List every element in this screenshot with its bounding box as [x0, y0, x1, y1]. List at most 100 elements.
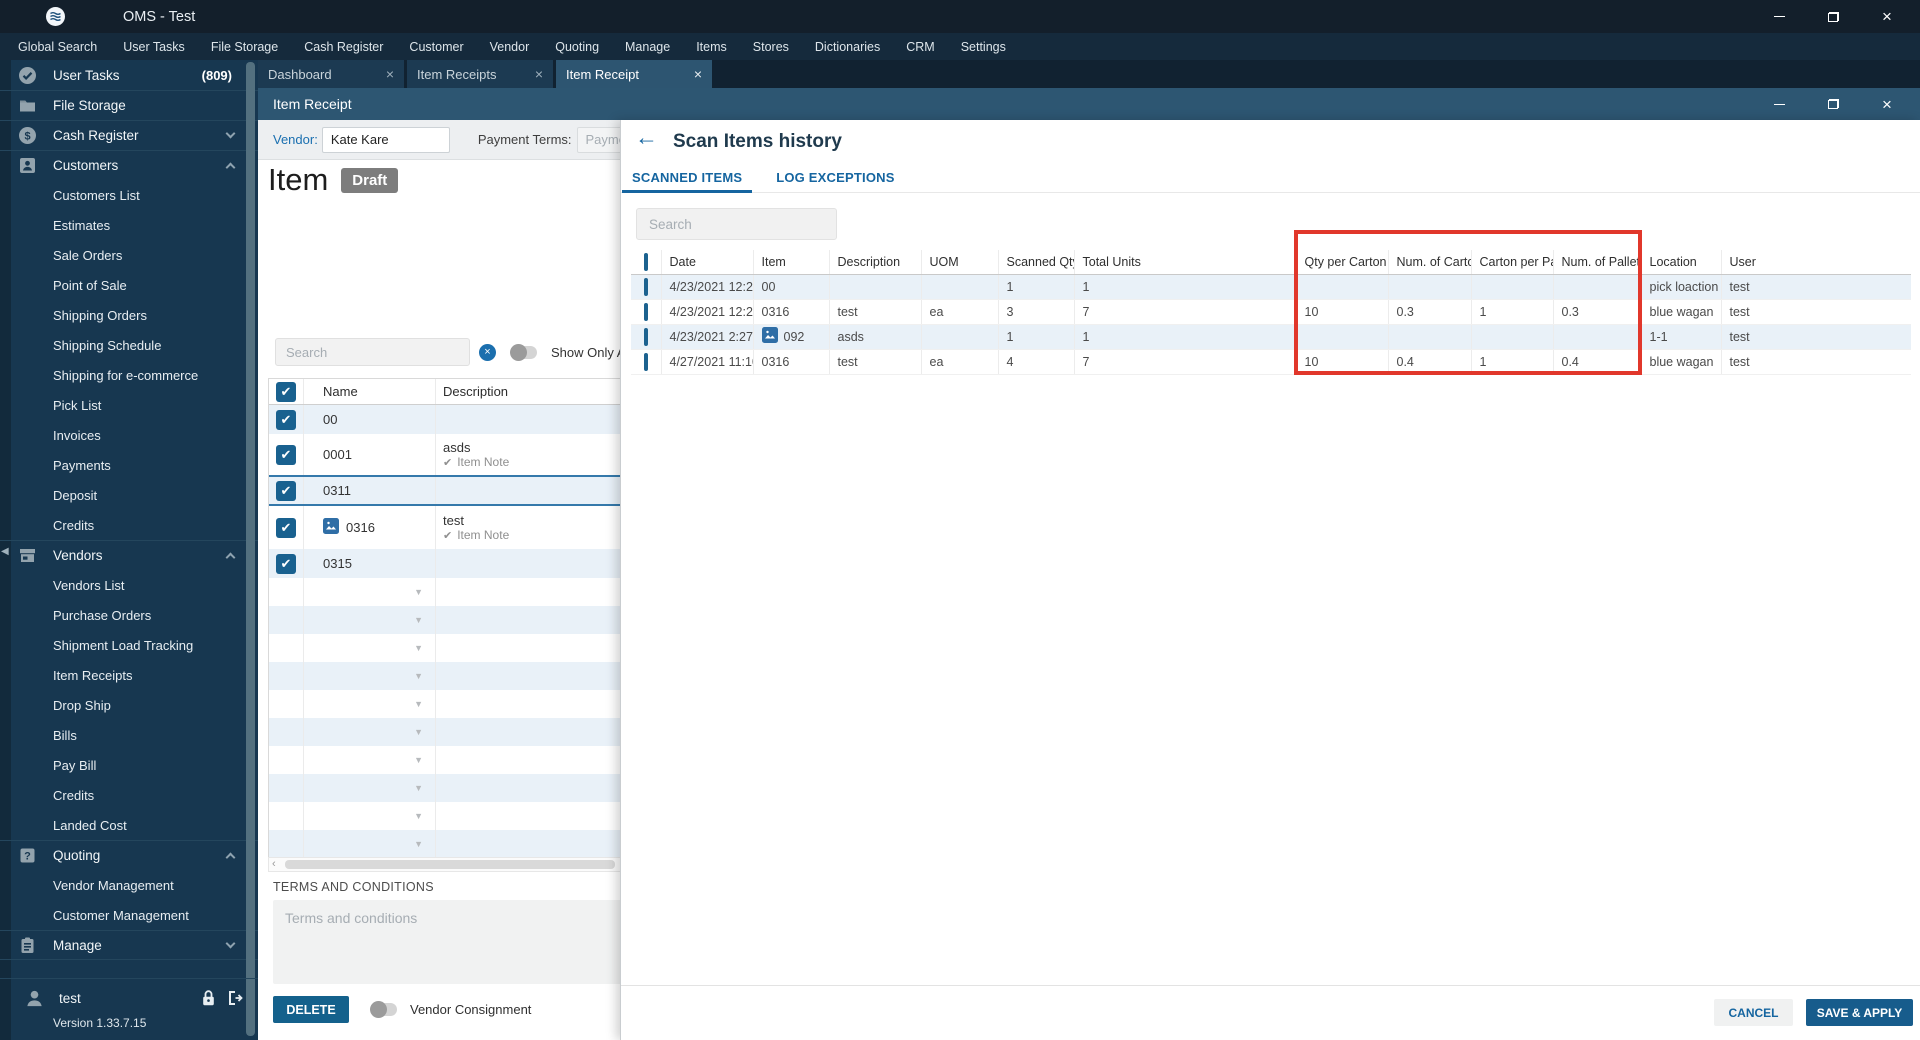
hscroll-thumb[interactable]: [285, 860, 615, 869]
table-row[interactable]: ✔ 0315: [269, 549, 639, 578]
sidebar-item-estimates[interactable]: Estimates: [0, 210, 258, 240]
sidebar-group-quoting[interactable]: ? Quoting: [0, 840, 258, 870]
column-header-num-of-pallets[interactable]: Num. of Pallets: [1553, 250, 1642, 275]
minimize-button[interactable]: [1752, 0, 1806, 33]
vendor-consignment-toggle[interactable]: [370, 1001, 397, 1018]
vendor-input[interactable]: [321, 126, 450, 153]
tab-item-receipts[interactable]: Item Receipts ×: [407, 60, 553, 88]
modal-search-input[interactable]: [636, 208, 837, 240]
tab-dashboard[interactable]: Dashboard ×: [258, 60, 404, 88]
close-icon[interactable]: ×: [688, 66, 702, 82]
sidebar-item-point-of-sale[interactable]: Point of Sale: [0, 270, 258, 300]
sidebar-group-user-tasks[interactable]: User Tasks (809): [0, 60, 258, 90]
scanned-item-row[interactable]: 4/27/2021 11:10:23 AM0316testea47100.410…: [631, 349, 1911, 375]
items-table-hscrollbar[interactable]: ‹: [268, 857, 640, 872]
dropdown-triangle-icon[interactable]: ▼: [414, 587, 423, 597]
restore-button[interactable]: [1806, 88, 1860, 120]
minimize-button[interactable]: [1752, 88, 1806, 120]
delete-button[interactable]: DELETE: [273, 996, 349, 1023]
terms-textarea[interactable]: [273, 900, 641, 984]
sidebar-item-shipping-for-e-commerce[interactable]: Shipping for e-commerce: [0, 360, 258, 390]
menu-item-customer[interactable]: Customer: [396, 33, 476, 60]
row-checkbox[interactable]: [643, 302, 648, 321]
sidebar-item-landed-cost[interactable]: Landed Cost: [0, 810, 258, 840]
sidebar-scrollbar[interactable]: [246, 62, 255, 1036]
sidebar-item-vendors-list[interactable]: Vendors List: [0, 570, 258, 600]
logout-icon[interactable]: [226, 989, 244, 1007]
row-checkbox[interactable]: ✔: [276, 444, 296, 465]
dropdown-triangle-icon[interactable]: ▼: [414, 643, 423, 653]
sidebar-group-cash-register[interactable]: $ Cash Register: [0, 120, 258, 150]
menu-item-crm[interactable]: CRM: [893, 33, 947, 60]
menu-item-settings[interactable]: Settings: [948, 33, 1019, 60]
sidebar-item-credits[interactable]: Credits: [0, 780, 258, 810]
sidebar-collapse-arrow-icon[interactable]: ◀: [1, 546, 9, 557]
dropdown-triangle-icon[interactable]: ▼: [414, 811, 423, 821]
column-header-scanned-qty[interactable]: Scanned Qty: [998, 250, 1075, 275]
items-search-input[interactable]: [275, 338, 470, 366]
sidebar-item-pick-list[interactable]: Pick List: [0, 390, 258, 420]
sidebar-item-shipping-schedule[interactable]: Shipping Schedule: [0, 330, 258, 360]
column-header-num-of-cartons[interactable]: Num. of Cartons: [1388, 250, 1472, 275]
chevron-up-icon[interactable]: [225, 162, 236, 173]
column-header-item[interactable]: Item: [753, 250, 830, 275]
column-header-carton-per-pallet[interactable]: Carton per Pallet: [1471, 250, 1554, 275]
dropdown-triangle-icon[interactable]: ▼: [414, 699, 423, 709]
sidebar-group-file-storage[interactable]: File Storage: [0, 90, 258, 120]
sidebar-item-sale-orders[interactable]: Sale Orders: [0, 240, 258, 270]
menu-item-vendor[interactable]: Vendor: [477, 33, 543, 60]
column-header-user[interactable]: User: [1721, 250, 1911, 275]
close-button[interactable]: ×: [1860, 88, 1914, 120]
tab-scanned-items[interactable]: SCANNED ITEMS: [622, 164, 753, 193]
sidebar-item-invoices[interactable]: Invoices: [0, 420, 258, 450]
chevron-up-icon[interactable]: [225, 852, 236, 863]
sidebar-item-vendor-management[interactable]: Vendor Management: [0, 870, 258, 900]
row-checkbox[interactable]: ✔: [276, 409, 296, 430]
scroll-left-icon[interactable]: ‹: [272, 858, 276, 871]
menu-item-global-search[interactable]: Global Search: [5, 33, 110, 60]
clear-search-icon[interactable]: ×: [479, 343, 496, 361]
sidebar-item-customers-list[interactable]: Customers List: [0, 180, 258, 210]
table-row[interactable]: ✔ 00: [269, 405, 639, 434]
menu-item-quoting[interactable]: Quoting: [542, 33, 612, 60]
column-header-total-units[interactable]: Total Units: [1074, 250, 1297, 275]
column-header-qty-per-carton[interactable]: Qty per Carton: [1296, 250, 1389, 275]
sidebar-item-pay-bill[interactable]: Pay Bill: [0, 750, 258, 780]
sidebar-item-item-receipts[interactable]: Item Receipts: [0, 660, 258, 690]
dropdown-triangle-icon[interactable]: ▼: [414, 671, 423, 681]
chevron-down-icon[interactable]: [225, 938, 236, 948]
close-button[interactable]: ×: [1860, 0, 1914, 33]
scanned-item-row[interactable]: 4/23/2021 2:27:15 PM 092asds 11 1-1test: [631, 324, 1911, 350]
row-checkbox[interactable]: ✔: [276, 553, 296, 574]
row-checkbox[interactable]: [643, 277, 648, 296]
dropdown-triangle-icon[interactable]: ▼: [414, 783, 423, 793]
column-header-location[interactable]: Location: [1641, 250, 1722, 275]
chevron-up-icon[interactable]: [225, 552, 236, 563]
row-checkbox[interactable]: ✔: [276, 517, 296, 538]
row-checkbox[interactable]: [643, 327, 648, 346]
tab-log-exceptions[interactable]: LOG EXCEPTIONS: [766, 164, 904, 193]
menu-item-dictionaries[interactable]: Dictionaries: [802, 33, 893, 60]
close-icon[interactable]: ×: [380, 66, 394, 82]
sidebar-item-bills[interactable]: Bills: [0, 720, 258, 750]
sidebar-item-credits[interactable]: Credits: [0, 510, 258, 540]
sidebar-item-drop-ship[interactable]: Drop Ship: [0, 690, 258, 720]
scanned-item-row[interactable]: 4/23/2021 12:24:28 PM0316testea37100.310…: [631, 299, 1911, 325]
column-header-uom[interactable]: UOM: [921, 250, 999, 275]
table-row[interactable]: ✔ 0316 test ✔ Item Note: [269, 506, 639, 549]
show-only-toggle[interactable]: [510, 343, 537, 361]
sidebar-group-customers[interactable]: Customers: [0, 150, 258, 180]
close-icon[interactable]: ×: [529, 66, 543, 82]
dropdown-triangle-icon[interactable]: ▼: [414, 615, 423, 625]
menu-item-file-storage[interactable]: File Storage: [198, 33, 291, 60]
row-checkbox[interactable]: [643, 352, 648, 371]
table-row[interactable]: ✔ 0311: [269, 477, 639, 506]
dropdown-triangle-icon[interactable]: ▼: [414, 727, 423, 737]
sidebar-group-manage[interactable]: Manage: [0, 930, 258, 960]
sidebar-item-payments[interactable]: Payments: [0, 450, 258, 480]
sidebar-item-purchase-orders[interactable]: Purchase Orders: [0, 600, 258, 630]
chevron-down-icon[interactable]: [225, 128, 236, 139]
table-row[interactable]: ✔ 0001 asds ✔ Item Note: [269, 434, 639, 477]
restore-button[interactable]: [1806, 0, 1860, 33]
sidebar-item-deposit[interactable]: Deposit: [0, 480, 258, 510]
